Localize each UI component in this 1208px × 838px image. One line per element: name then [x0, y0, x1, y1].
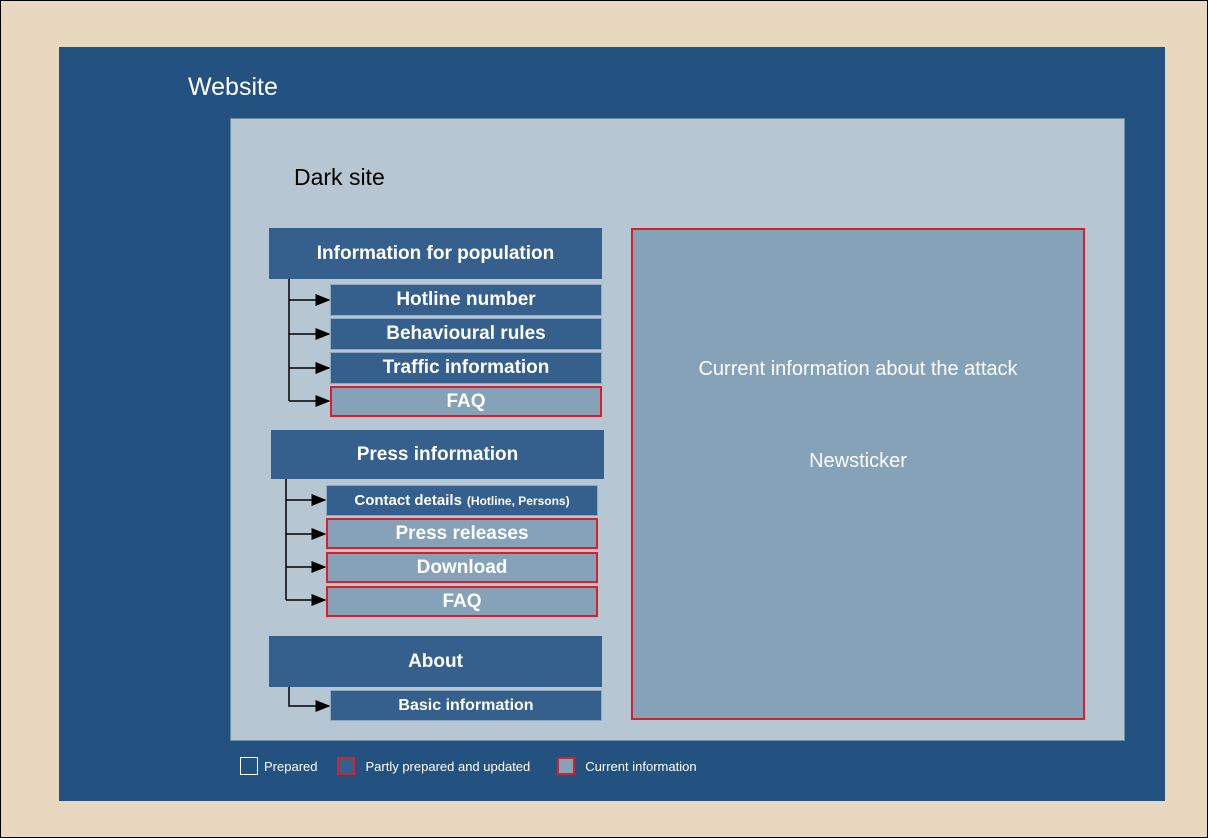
- item-press-releases[interactable]: Press releases: [326, 518, 598, 549]
- item-contact-details[interactable]: Contact details (Hotline, Persons): [326, 485, 598, 516]
- item-basic-information[interactable]: Basic information: [330, 690, 602, 721]
- newsticker-label: Newsticker: [809, 450, 907, 472]
- item-label: FAQ: [446, 390, 486, 412]
- item-note: (Hotline, Persons): [466, 493, 570, 508]
- item-behavioural-rules[interactable]: Behavioural rules: [330, 318, 602, 350]
- section-about[interactable]: About: [269, 636, 602, 687]
- legend: Prepared Partly prepared and updated Cur…: [240, 755, 697, 777]
- item-label: Basic information: [398, 696, 534, 714]
- section-press[interactable]: Press information: [271, 430, 604, 479]
- item-label: Contact details: [354, 492, 462, 509]
- legend-current-swatch: [557, 757, 576, 775]
- current-information-box: Current information about the attack New…: [631, 228, 1085, 720]
- item-label: Traffic information: [382, 357, 550, 378]
- section-population-title: Information for population: [316, 242, 555, 264]
- item-population-faq[interactable]: FAQ: [330, 386, 602, 417]
- section-population[interactable]: Information for population: [269, 228, 602, 279]
- legend-prepared-label: Prepared: [264, 758, 318, 774]
- legend-current-label: Current information: [585, 758, 697, 774]
- item-traffic-information[interactable]: Traffic information: [330, 352, 602, 384]
- item-label: Press releases: [395, 522, 529, 544]
- item-press-faq[interactable]: FAQ: [326, 586, 598, 617]
- item-download[interactable]: Download: [326, 552, 598, 583]
- legend-partly-swatch: [337, 757, 356, 775]
- item-label: Behavioural rules: [386, 323, 546, 344]
- current-information-label: Current information about the attack: [698, 358, 1018, 380]
- legend-prepared-swatch: [240, 757, 258, 775]
- item-label: FAQ: [442, 590, 482, 612]
- section-press-title: Press information: [356, 443, 519, 465]
- item-label: Hotline number: [396, 289, 536, 310]
- legend-partly-label: Partly prepared and updated: [365, 758, 531, 774]
- connector-about: [288, 687, 331, 712]
- item-label: Download: [416, 556, 508, 578]
- section-about-title: About: [408, 650, 463, 672]
- item-hotline-number[interactable]: Hotline number: [330, 284, 602, 316]
